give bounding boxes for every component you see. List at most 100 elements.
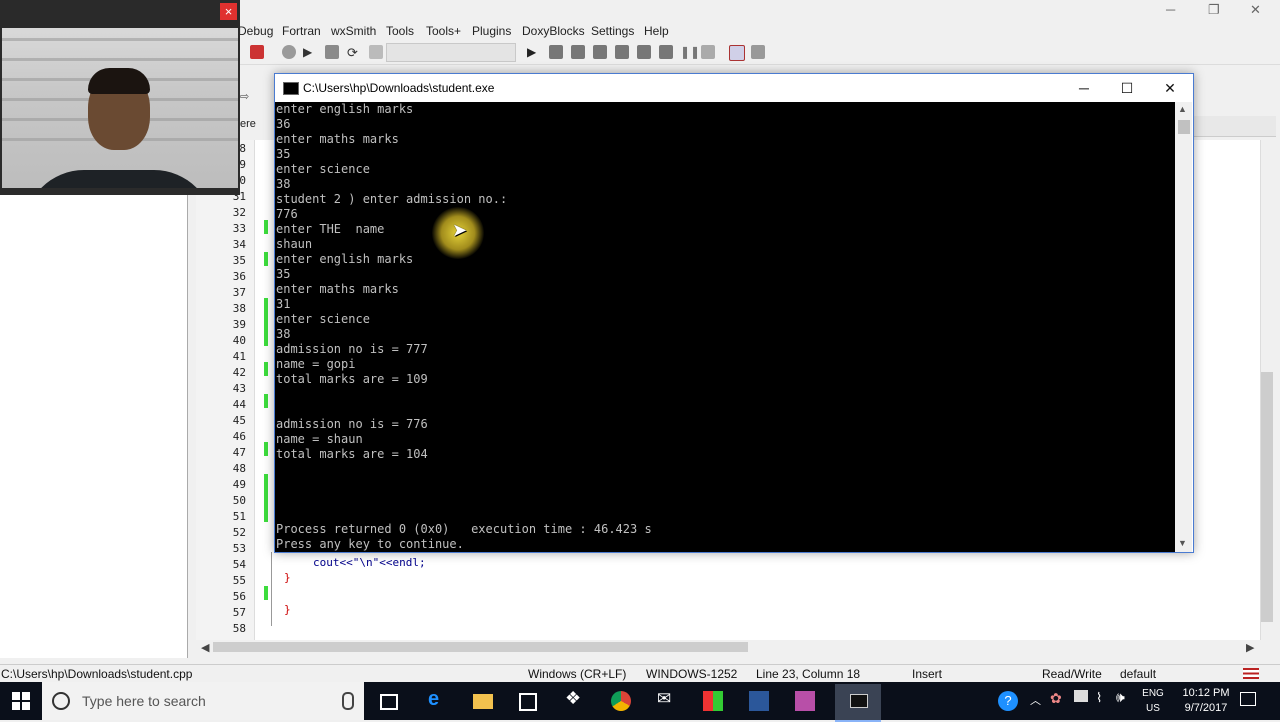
editor-vertical-scroll-thumb[interactable] [1261, 372, 1273, 622]
menu-fortran[interactable]: Fortran [282, 24, 321, 38]
menu-plugins[interactable]: Plugins [472, 24, 511, 38]
change-marker [264, 474, 268, 522]
search-icon[interactable] [250, 45, 264, 59]
windows-start-icon[interactable] [12, 692, 30, 710]
volume-icon[interactable]: 🕪 [1116, 689, 1125, 706]
line-number: 35 [232, 254, 246, 267]
tray-app-icon[interactable]: ✿ [1050, 690, 1062, 707]
fold-line [271, 552, 272, 626]
menu-tools[interactable]: Tools [386, 24, 414, 38]
change-marker [264, 298, 268, 346]
next-line-icon[interactable] [571, 45, 585, 59]
task-view-icon[interactable] [380, 694, 398, 710]
console-titlebar[interactable]: C:\Users\hp\Downloads\student.exe ─ ☐ ✕ [275, 74, 1193, 102]
line-number: 51 [232, 510, 246, 523]
line-number: 57 [232, 606, 246, 619]
chevron-up-icon[interactable]: ▲ [1178, 104, 1187, 114]
line-number: 43 [232, 382, 246, 395]
menu-wxsmith[interactable]: wxSmith [331, 24, 376, 38]
tray-device-icon[interactable] [1074, 690, 1088, 702]
debug-run-icon[interactable]: ▶ [527, 45, 541, 59]
various-info-icon[interactable] [751, 45, 765, 59]
line-number: 42 [232, 366, 246, 379]
ide-minimize-icon[interactable]: ─ [1166, 2, 1175, 17]
notifications-icon[interactable] [1240, 692, 1256, 706]
console-maximize-button[interactable]: ☐ [1104, 76, 1150, 100]
scroll-left-icon[interactable]: ◀ [201, 641, 209, 654]
ide-tab-label[interactable]: ere [240, 118, 256, 130]
pause-icon[interactable]: ❚❚ [680, 45, 700, 59]
console-output-area[interactable]: enter english marks 36 enter maths marks… [275, 102, 1175, 552]
change-marker [264, 362, 268, 376]
ide-close-icon[interactable]: ✕ [1250, 2, 1261, 18]
edge-browser-icon[interactable]: e [428, 688, 448, 710]
menu-help[interactable]: Help [644, 24, 669, 38]
webcam-close-button[interactable]: × [220, 3, 237, 20]
app-icon-2[interactable] [795, 691, 815, 711]
line-number: 50 [232, 494, 246, 507]
line-number-gutter: 8 9 0 31 32 33 34 35 36 37 38 39 40 41 4… [196, 140, 255, 640]
mail-icon[interactable]: ✉ [657, 689, 677, 709]
line-number: 32 [232, 206, 246, 219]
step-into-icon[interactable] [593, 45, 607, 59]
app-icon[interactable] [703, 691, 723, 711]
chrome-icon[interactable] [611, 691, 631, 711]
step-instruction-icon[interactable] [659, 45, 673, 59]
line-number: 40 [232, 334, 246, 347]
change-marker [264, 586, 268, 600]
build-target-select[interactable] [386, 43, 516, 62]
next-instruction-icon[interactable] [637, 45, 651, 59]
line-number: 44 [232, 398, 246, 411]
chevron-down-icon[interactable]: ▼ [1178, 538, 1187, 548]
build-run-icon[interactable] [325, 45, 339, 59]
debug-windows-icon[interactable] [729, 45, 745, 61]
status-access: Read/Write [1042, 667, 1102, 681]
ide-restore-icon[interactable]: ❐ [1208, 2, 1220, 18]
run-icon[interactable]: ▶ [303, 45, 317, 59]
console-minimize-button[interactable]: ─ [1061, 76, 1107, 100]
step-out-icon[interactable] [615, 45, 629, 59]
cortana-icon [52, 692, 70, 710]
console-taskbar-icon [850, 694, 868, 708]
build-gear-icon[interactable] [282, 45, 296, 59]
menu-tools-plus[interactable]: Tools+ [426, 24, 461, 38]
line-number: 48 [232, 462, 246, 475]
rebuild-icon[interactable]: ⟳ [347, 45, 361, 60]
console-title: C:\Users\hp\Downloads\student.exe [303, 81, 495, 95]
scroll-right-icon[interactable]: ▶ [1246, 641, 1254, 654]
status-bar: C:\Users\hp\Downloads\student.cpp Window… [0, 664, 1280, 683]
menu-settings[interactable]: Settings [591, 24, 634, 38]
line-number: 39 [232, 318, 246, 331]
clock[interactable]: 10:12 PM 9/7/2017 [1176, 686, 1236, 716]
status-eol: Windows (CR+LF) [528, 667, 627, 681]
microphone-icon[interactable] [342, 692, 354, 710]
help-icon[interactable]: ? [998, 691, 1018, 711]
console-close-button[interactable]: ✕ [1147, 76, 1193, 100]
store-icon[interactable] [519, 693, 537, 711]
wifi-icon[interactable]: ⌇ [1096, 690, 1102, 706]
menu-doxyblocks[interactable]: DoxyBlocks [522, 24, 585, 38]
code-line: cout<<"\n"<<endl; [313, 556, 426, 569]
line-number: 45 [232, 414, 246, 427]
console-window[interactable]: C:\Users\hp\Downloads\student.exe ─ ☐ ✕ … [274, 73, 1194, 553]
language-indicator[interactable]: ENG US [1140, 686, 1166, 716]
code-brace: } [284, 603, 291, 616]
line-number: 34 [232, 238, 246, 251]
console-taskbar-button[interactable] [835, 684, 881, 722]
dropbox-icon[interactable]: ❖ [565, 688, 585, 708]
editor-horizontal-scroll-thumb[interactable] [213, 642, 748, 652]
webcam-video [2, 28, 238, 188]
arrow-right-icon[interactable]: ⇨ [240, 90, 254, 104]
line-number: 58 [232, 622, 246, 635]
chevron-up-icon[interactable]: ︿ [1030, 692, 1041, 708]
file-explorer-icon[interactable] [473, 694, 493, 709]
console-vertical-scrollbar[interactable]: ▲ ▼ [1175, 102, 1192, 552]
run-to-cursor-icon[interactable] [549, 45, 563, 59]
word-icon[interactable] [749, 691, 769, 711]
clock-time: 10:12 PM [1182, 687, 1230, 699]
abort-icon[interactable] [369, 45, 383, 59]
taskbar-search-placeholder: Type here to search [82, 693, 206, 709]
menu-debug[interactable]: Debug [238, 24, 273, 38]
stop-debug-icon[interactable] [701, 45, 715, 59]
console-scroll-thumb[interactable] [1178, 120, 1190, 134]
